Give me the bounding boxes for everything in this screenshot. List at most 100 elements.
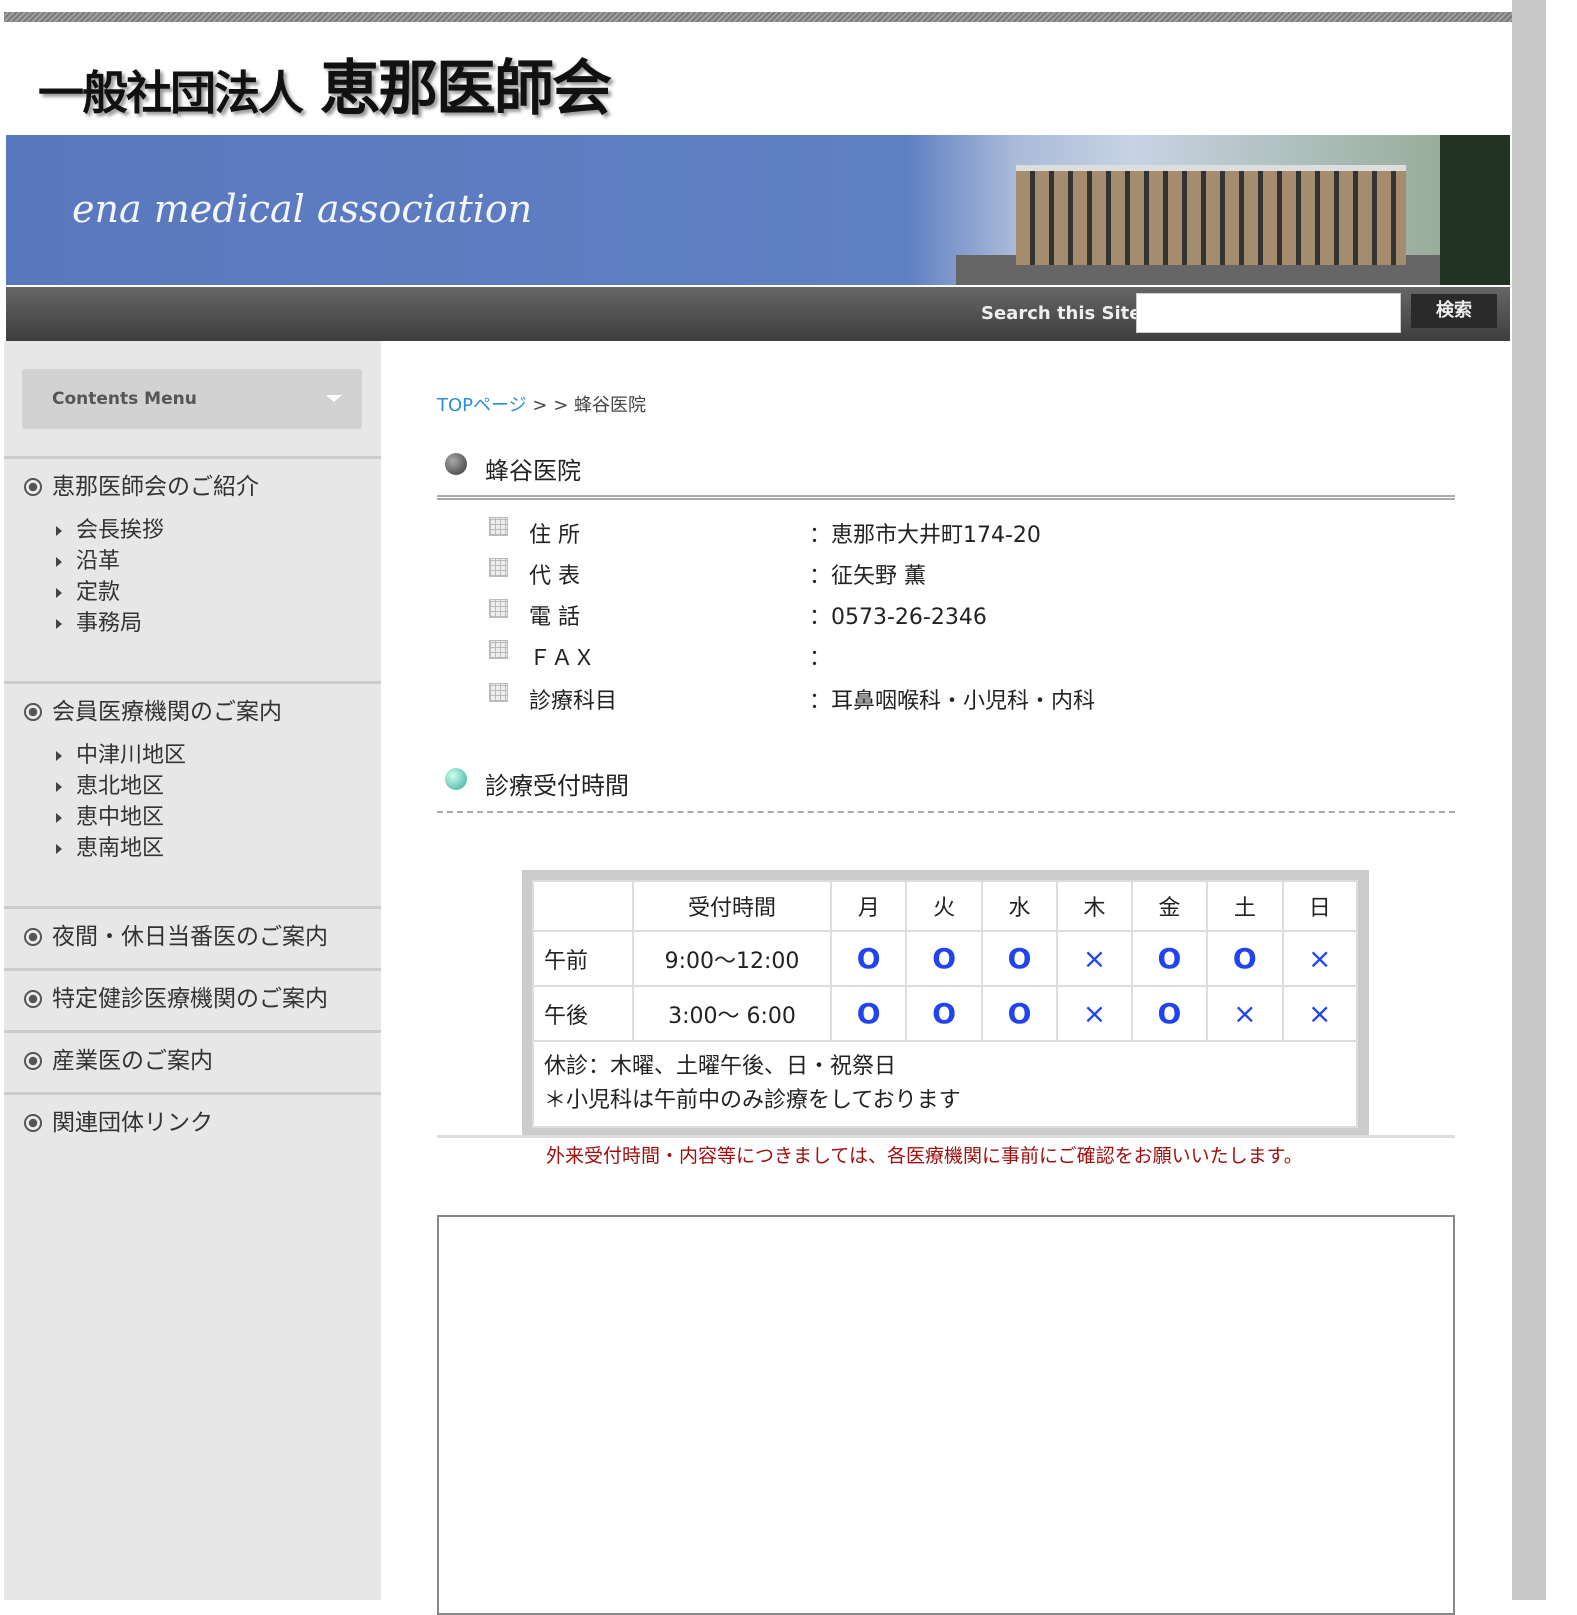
sidebar-section: 産業医のご案内: [4, 1030, 381, 1089]
sidebar-section-title[interactable]: 関連団体リンク: [4, 1095, 381, 1151]
status-mark: O: [1130, 985, 1209, 1042]
status-mark: O: [1206, 930, 1284, 987]
grid-icon: [489, 640, 508, 659]
contents-menu-label: Contents Menu: [52, 389, 197, 409]
section-label: 特定健診医療機関のご案内: [52, 986, 328, 1012]
status-mark: O: [980, 930, 1059, 987]
status-mark: O: [1130, 930, 1209, 987]
info-row: ＦＡＸ ：: [489, 640, 1389, 671]
section-label: 会員医療機関のご案内: [52, 699, 282, 725]
sidebar-section-title[interactable]: 会員医療機関のご案内: [4, 684, 381, 740]
map-frame[interactable]: [437, 1215, 1455, 1615]
hours-title: 診療受付時間: [445, 766, 629, 801]
search-input[interactable]: [1136, 293, 1401, 333]
radio-bullet-icon: [24, 990, 42, 1008]
section-label: 関連団体リンク: [52, 1110, 213, 1136]
search-label: Search this Site: [981, 303, 1142, 324]
logo-small: 一般社団法人: [38, 66, 304, 120]
info-row: 電 話 ：0573-26-2346: [489, 599, 1389, 630]
info-row: 代 表 ：征矢野 薫: [489, 558, 1389, 589]
grid-icon: [489, 517, 508, 536]
banner-tree: [1440, 135, 1510, 285]
header-cell: 金: [1130, 880, 1209, 932]
logo-large: 恵那医師会: [320, 54, 612, 124]
sidebar-item[interactable]: 恵中地区: [4, 802, 381, 833]
info-value: ：0573-26-2346: [809, 605, 987, 630]
sidebar-item[interactable]: 沿革: [4, 546, 381, 577]
info-value: ：耳鼻咽喉科・小児科・内科: [809, 689, 1096, 714]
sidebar-section: 関連団体リンク: [4, 1092, 381, 1151]
scrollbar-track[interactable]: [1512, 0, 1546, 1600]
section-label: 産業医のご案内: [52, 1048, 213, 1074]
section-label: 恵那医師会のご紹介: [52, 474, 259, 500]
info-key: 電 話: [529, 605, 580, 630]
header-cell: 受付時間: [632, 880, 832, 932]
info-row: 診療科目 ：耳鼻咽喉科・小児科・内科: [489, 683, 1389, 714]
status-mark: ×: [1056, 985, 1133, 1042]
header-cell: 火: [905, 880, 983, 932]
header-banner: ena medical association: [6, 135, 1510, 285]
section-label: 夜間・休日当番医のご案内: [52, 924, 328, 950]
site-logo[interactable]: 一般社団法人 恵那医師会: [38, 40, 612, 127]
closed-days-note: 休診：木曜、土曜午後、日・祝祭日: [544, 1054, 897, 1079]
time-cell: 3:00〜 6:00: [632, 985, 832, 1042]
sidebar-section: 会員医療機関のご案内 中津川地区 恵北地区 恵中地区 恵南地区: [4, 681, 381, 864]
sidebar-item[interactable]: 事務局: [4, 608, 381, 639]
header-cell: 水: [980, 880, 1059, 932]
grid-icon: [489, 558, 508, 577]
sidebar-item[interactable]: 会長挨拶: [4, 515, 381, 546]
gray-ball-icon: [445, 453, 467, 475]
status-mark: O: [980, 985, 1059, 1042]
banner-tagline: ena medical association: [72, 187, 533, 231]
breadcrumb-top-link[interactable]: TOPページ: [437, 395, 527, 416]
info-key: 住 所: [529, 523, 580, 548]
hours-table: 受付時間 月 火 水 木 金 土 日 午前 9:00〜12:00 O O O ×…: [522, 870, 1369, 1135]
sidebar-section: 夜間・休日当番医のご案内: [4, 906, 381, 965]
status-mark: ×: [1206, 985, 1284, 1042]
header-cell: 土: [1206, 880, 1284, 932]
grid-icon: [489, 683, 508, 702]
divider: [437, 495, 1455, 500]
sidebar-section-title[interactable]: 夜間・休日当番医のご案内: [4, 909, 381, 965]
status-mark: ×: [1056, 930, 1133, 987]
search-button[interactable]: 検索: [1411, 294, 1497, 328]
radio-bullet-icon: [24, 928, 42, 946]
breadcrumb-current: 蜂谷医院: [574, 395, 647, 416]
row-label: 午前: [532, 930, 634, 987]
breadcrumb: TOPページ > > 蜂谷医院: [437, 391, 646, 417]
chevron-down-icon: [326, 395, 342, 402]
table-header-row: 受付時間 月 火 水 木 金 土 日: [532, 880, 1359, 932]
table-row: 午後 3:00〜 6:00 O O O × O × ×: [532, 985, 1359, 1042]
table-row: 午前 9:00〜12:00 O O O × O O ×: [532, 930, 1359, 987]
info-value: ：恵那市大井町174-20: [809, 523, 1041, 548]
sidebar-section-title[interactable]: 恵那医師会のご紹介: [4, 459, 381, 515]
info-value: ：: [809, 646, 832, 671]
contents-menu-toggle[interactable]: Contents Menu: [22, 369, 362, 429]
status-mark: O: [829, 930, 908, 987]
radio-bullet-icon: [24, 478, 42, 496]
hours-title-text: 診療受付時間: [485, 772, 629, 800]
notice-text: 外来受付時間・内容等につきましては、各医療機関に事前にご確認をお願いいたします。: [546, 1145, 1303, 1167]
grid-icon: [489, 599, 508, 618]
banner-building-image: [1016, 165, 1406, 265]
status-mark: ×: [1281, 930, 1359, 987]
status-mark: ×: [1281, 985, 1359, 1042]
table-note-row: 休診：木曜、土曜午後、日・祝祭日 ＊小児科は午前中のみ診療をしております: [532, 1040, 1358, 1128]
dashed-divider: [437, 811, 1455, 813]
teal-ball-icon: [445, 768, 467, 790]
sidebar-section-title[interactable]: 産業医のご案内: [4, 1033, 381, 1089]
sidebar-item[interactable]: 恵北地区: [4, 771, 381, 802]
radio-bullet-icon: [24, 1052, 42, 1070]
sidebar-item[interactable]: 中津川地区: [4, 740, 381, 771]
sidebar-section-title[interactable]: 特定健診医療機関のご案内: [4, 971, 381, 1027]
info-key: 代 表: [529, 564, 580, 589]
status-mark: O: [905, 930, 983, 987]
top-stripe: [4, 12, 1512, 22]
sidebar-item[interactable]: 恵南地区: [4, 833, 381, 864]
sidebar-item[interactable]: 定款: [4, 577, 381, 608]
radio-bullet-icon: [24, 703, 42, 721]
header-cell: 木: [1056, 880, 1133, 932]
search-bar: Search this Site 検索: [6, 287, 1510, 341]
clinic-name: 蜂谷医院: [485, 457, 581, 485]
sidebar-section: 恵那医師会のご紹介 会長挨拶 沿革 定款 事務局: [4, 456, 381, 639]
